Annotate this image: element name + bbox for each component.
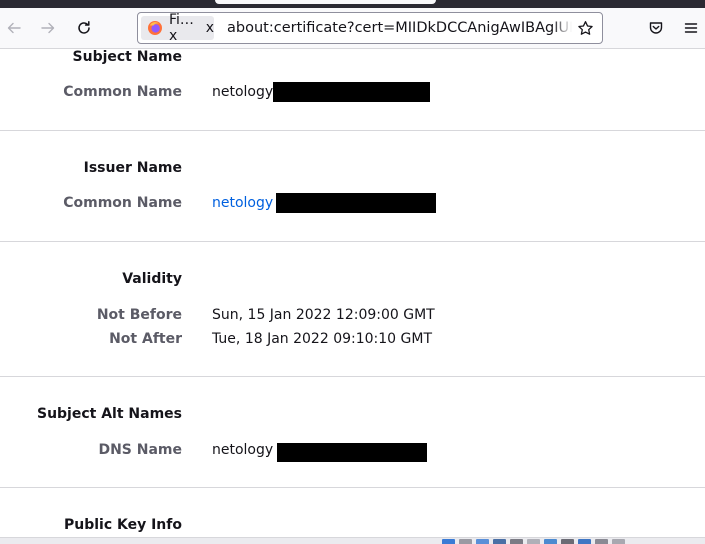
public-key-info-heading: Public Key Info — [63, 517, 182, 533]
issuer-common-name-link[interactable]: netology — [212, 195, 273, 211]
firefox-logo-icon — [147, 20, 163, 36]
active-tab-edge[interactable] — [215, 0, 436, 4]
tray-app-icon[interactable] — [612, 539, 625, 544]
system-tray — [442, 539, 625, 544]
section-divider — [0, 487, 705, 488]
section-divider — [0, 130, 705, 131]
tray-app-icon[interactable] — [493, 539, 506, 544]
star-icon — [577, 20, 593, 35]
back-button[interactable] — [0, 14, 28, 42]
issuer-name-heading: Issuer Name — [83, 160, 182, 176]
bookmark-star-button[interactable] — [574, 17, 596, 39]
not-before-label: Not Before — [96, 307, 182, 323]
not-after-label: Not After — [109, 331, 182, 347]
app-menu-button[interactable] — [677, 14, 705, 42]
tray-app-icon[interactable] — [459, 539, 472, 544]
taskbar-strip — [0, 537, 705, 544]
redaction-box — [273, 82, 430, 102]
tray-app-icon[interactable] — [595, 539, 608, 544]
tray-app-icon[interactable] — [476, 539, 489, 544]
tray-app-icon[interactable] — [561, 539, 574, 544]
tray-app-icon[interactable] — [442, 539, 455, 544]
tray-app-icon[interactable] — [527, 539, 540, 544]
reload-icon — [78, 21, 90, 34]
window-top-strip — [0, 0, 705, 8]
reload-button[interactable] — [70, 14, 98, 42]
subject-common-name-value: netology — [212, 84, 274, 100]
navigation-toolbar: Fi…x x about:certificate?cert=MIIDkDCCAn… — [0, 8, 705, 49]
identity-box[interactable]: Fi…x x — [141, 12, 214, 44]
dns-name-value: netology — [212, 442, 274, 458]
forward-arrow-icon — [41, 22, 55, 34]
tray-app-icon[interactable] — [578, 539, 591, 544]
subject-common-name-label: Common Name — [63, 84, 182, 100]
url-text[interactable]: about:certificate?cert=MIIDkDCCAnigAwIBA… — [227, 13, 572, 43]
back-arrow-icon — [7, 22, 21, 34]
forward-button[interactable] — [34, 14, 62, 42]
subject-alt-names-heading: Subject Alt Names — [36, 406, 182, 422]
redaction-box — [276, 193, 436, 213]
subject-name-heading: Subject Name — [72, 49, 182, 65]
pocket-button[interactable] — [642, 14, 670, 42]
validity-heading: Validity — [122, 271, 182, 287]
not-after-value: Tue, 18 Jan 2022 09:10:10 GMT — [212, 331, 432, 347]
tray-app-icon[interactable] — [510, 539, 523, 544]
redaction-box — [277, 443, 427, 462]
tray-app-icon[interactable] — [544, 539, 557, 544]
section-divider — [0, 376, 705, 377]
identity-close[interactable]: x — [206, 20, 214, 36]
dns-name-label: DNS Name — [98, 442, 182, 458]
address-bar[interactable]: Fi…x x about:certificate?cert=MIIDkDCCAn… — [137, 12, 603, 44]
not-before-value: Sun, 15 Jan 2022 12:09:00 GMT — [212, 307, 435, 323]
issuer-common-name-label: Common Name — [63, 195, 182, 211]
section-divider — [0, 241, 705, 242]
pocket-icon — [649, 22, 663, 34]
identity-label: Fi…x — [169, 12, 194, 44]
url-fade — [552, 14, 572, 42]
certificate-viewer: Subject Name Common Name netology Issuer… — [0, 49, 705, 537]
hamburger-menu-icon — [684, 23, 698, 33]
